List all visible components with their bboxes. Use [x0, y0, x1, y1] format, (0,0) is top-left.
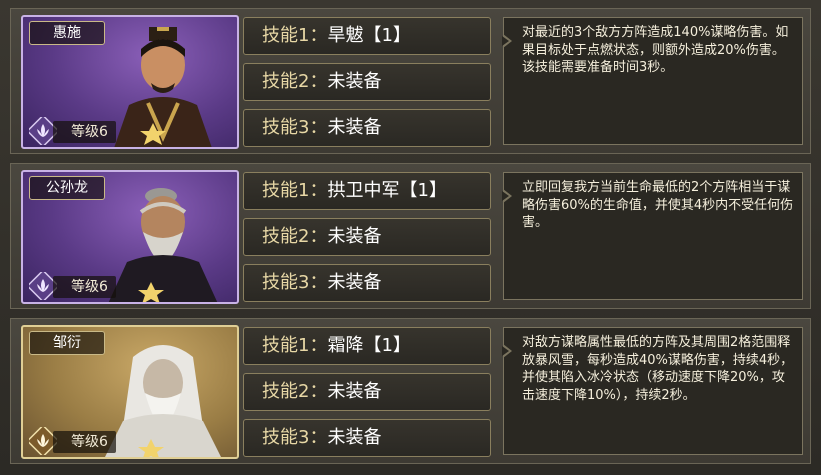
skill-value: 未装备 — [327, 427, 382, 448]
general-name: 惠施 — [29, 21, 105, 45]
description-text: 对敌方谋略属性最低的方阵及其周围2格范围释放暴风雪，每秒造成40%谋略伤害，持续… — [522, 335, 794, 403]
skill-slot-3[interactable]: 技能3：未装备 — [243, 109, 491, 147]
skill-value: 未装备 — [327, 381, 382, 402]
general-row: 邹衍 等级6 技能1：霜降【1】 技能2：未装备 技能3：未装备 对敌方谋略属性… — [10, 318, 811, 464]
skill-label: 技能2： — [262, 71, 328, 92]
skill-label: 技能2： — [262, 381, 328, 402]
general-portrait[interactable]: 惠施 等级6 — [21, 15, 239, 149]
general-skill-panel: 惠施 等级6 技能1：旱魃【1】 技能2：未装备 技能3：未装备 对最近的3个敌… — [0, 0, 821, 475]
general-portrait[interactable]: 邹衍 等级6 — [21, 325, 239, 459]
skill-description: 对敌方谋略属性最低的方阵及其周围2格范围释放暴风雪，每秒造成40%谋略伤害，持续… — [502, 327, 803, 455]
skill-slot-2[interactable]: 技能2：未装备 — [243, 373, 491, 411]
skill-value: 未装备 — [327, 272, 382, 293]
skill-value: 未装备 — [327, 117, 382, 138]
skill-description: 对最近的3个敌方方阵造成140%谋略伤害。如果目标处于点燃状态，则额外造成20%… — [502, 17, 803, 145]
skill-value: 霜降【1】 — [327, 335, 411, 356]
general-name: 邹衍 — [29, 331, 105, 355]
skill-slot-3[interactable]: 技能3：未装备 — [243, 419, 491, 457]
description-text: 立即回复我方当前生命最低的2个方阵相当于谋略伤害60%的生命值，并使其4秒内不受… — [522, 180, 794, 230]
general-level: 等级6 — [53, 431, 116, 453]
skill-value: 未装备 — [327, 226, 382, 247]
pointer-arrow-icon — [502, 34, 512, 48]
skill-label: 技能2： — [262, 226, 328, 247]
pointer-arrow-icon — [502, 344, 512, 358]
skill-value: 拱卫中军【1】 — [327, 180, 447, 201]
general-portrait[interactable]: 公孙龙 等级6 — [21, 170, 239, 304]
skill-slot-1[interactable]: 技能1：霜降【1】 — [243, 327, 491, 365]
skill-slot-3[interactable]: 技能3：未装备 — [243, 264, 491, 302]
general-level: 等级6 — [53, 121, 116, 143]
general-name: 公孙龙 — [29, 176, 105, 200]
skill-description: 立即回复我方当前生命最低的2个方阵相当于谋略伤害60%的生命值，并使其4秒内不受… — [502, 172, 803, 300]
description-text: 对最近的3个敌方方阵造成140%谋略伤害。如果目标处于点燃状态，则额外造成20%… — [522, 25, 789, 75]
skill-label: 技能3： — [262, 272, 328, 293]
general-level: 等级6 — [53, 276, 116, 298]
skill-label: 技能1： — [262, 180, 328, 201]
skill-slot-1[interactable]: 技能1：拱卫中军【1】 — [243, 172, 491, 210]
skill-value: 未装备 — [327, 71, 382, 92]
skill-slot-2[interactable]: 技能2：未装备 — [243, 63, 491, 101]
skill-label: 技能1： — [262, 335, 328, 356]
skill-label: 技能3： — [262, 117, 328, 138]
skill-value: 旱魃【1】 — [327, 25, 411, 46]
skill-label: 技能3： — [262, 427, 328, 448]
skill-slot-2[interactable]: 技能2：未装备 — [243, 218, 491, 256]
pointer-arrow-icon — [502, 189, 512, 203]
general-row: 公孙龙 等级6 技能1：拱卫中军【1】 技能2：未装备 技能3：未装备 立即回复… — [10, 163, 811, 309]
skill-slot-1[interactable]: 技能1：旱魃【1】 — [243, 17, 491, 55]
general-row: 惠施 等级6 技能1：旱魃【1】 技能2：未装备 技能3：未装备 对最近的3个敌… — [10, 8, 811, 154]
skill-label: 技能1： — [262, 25, 328, 46]
